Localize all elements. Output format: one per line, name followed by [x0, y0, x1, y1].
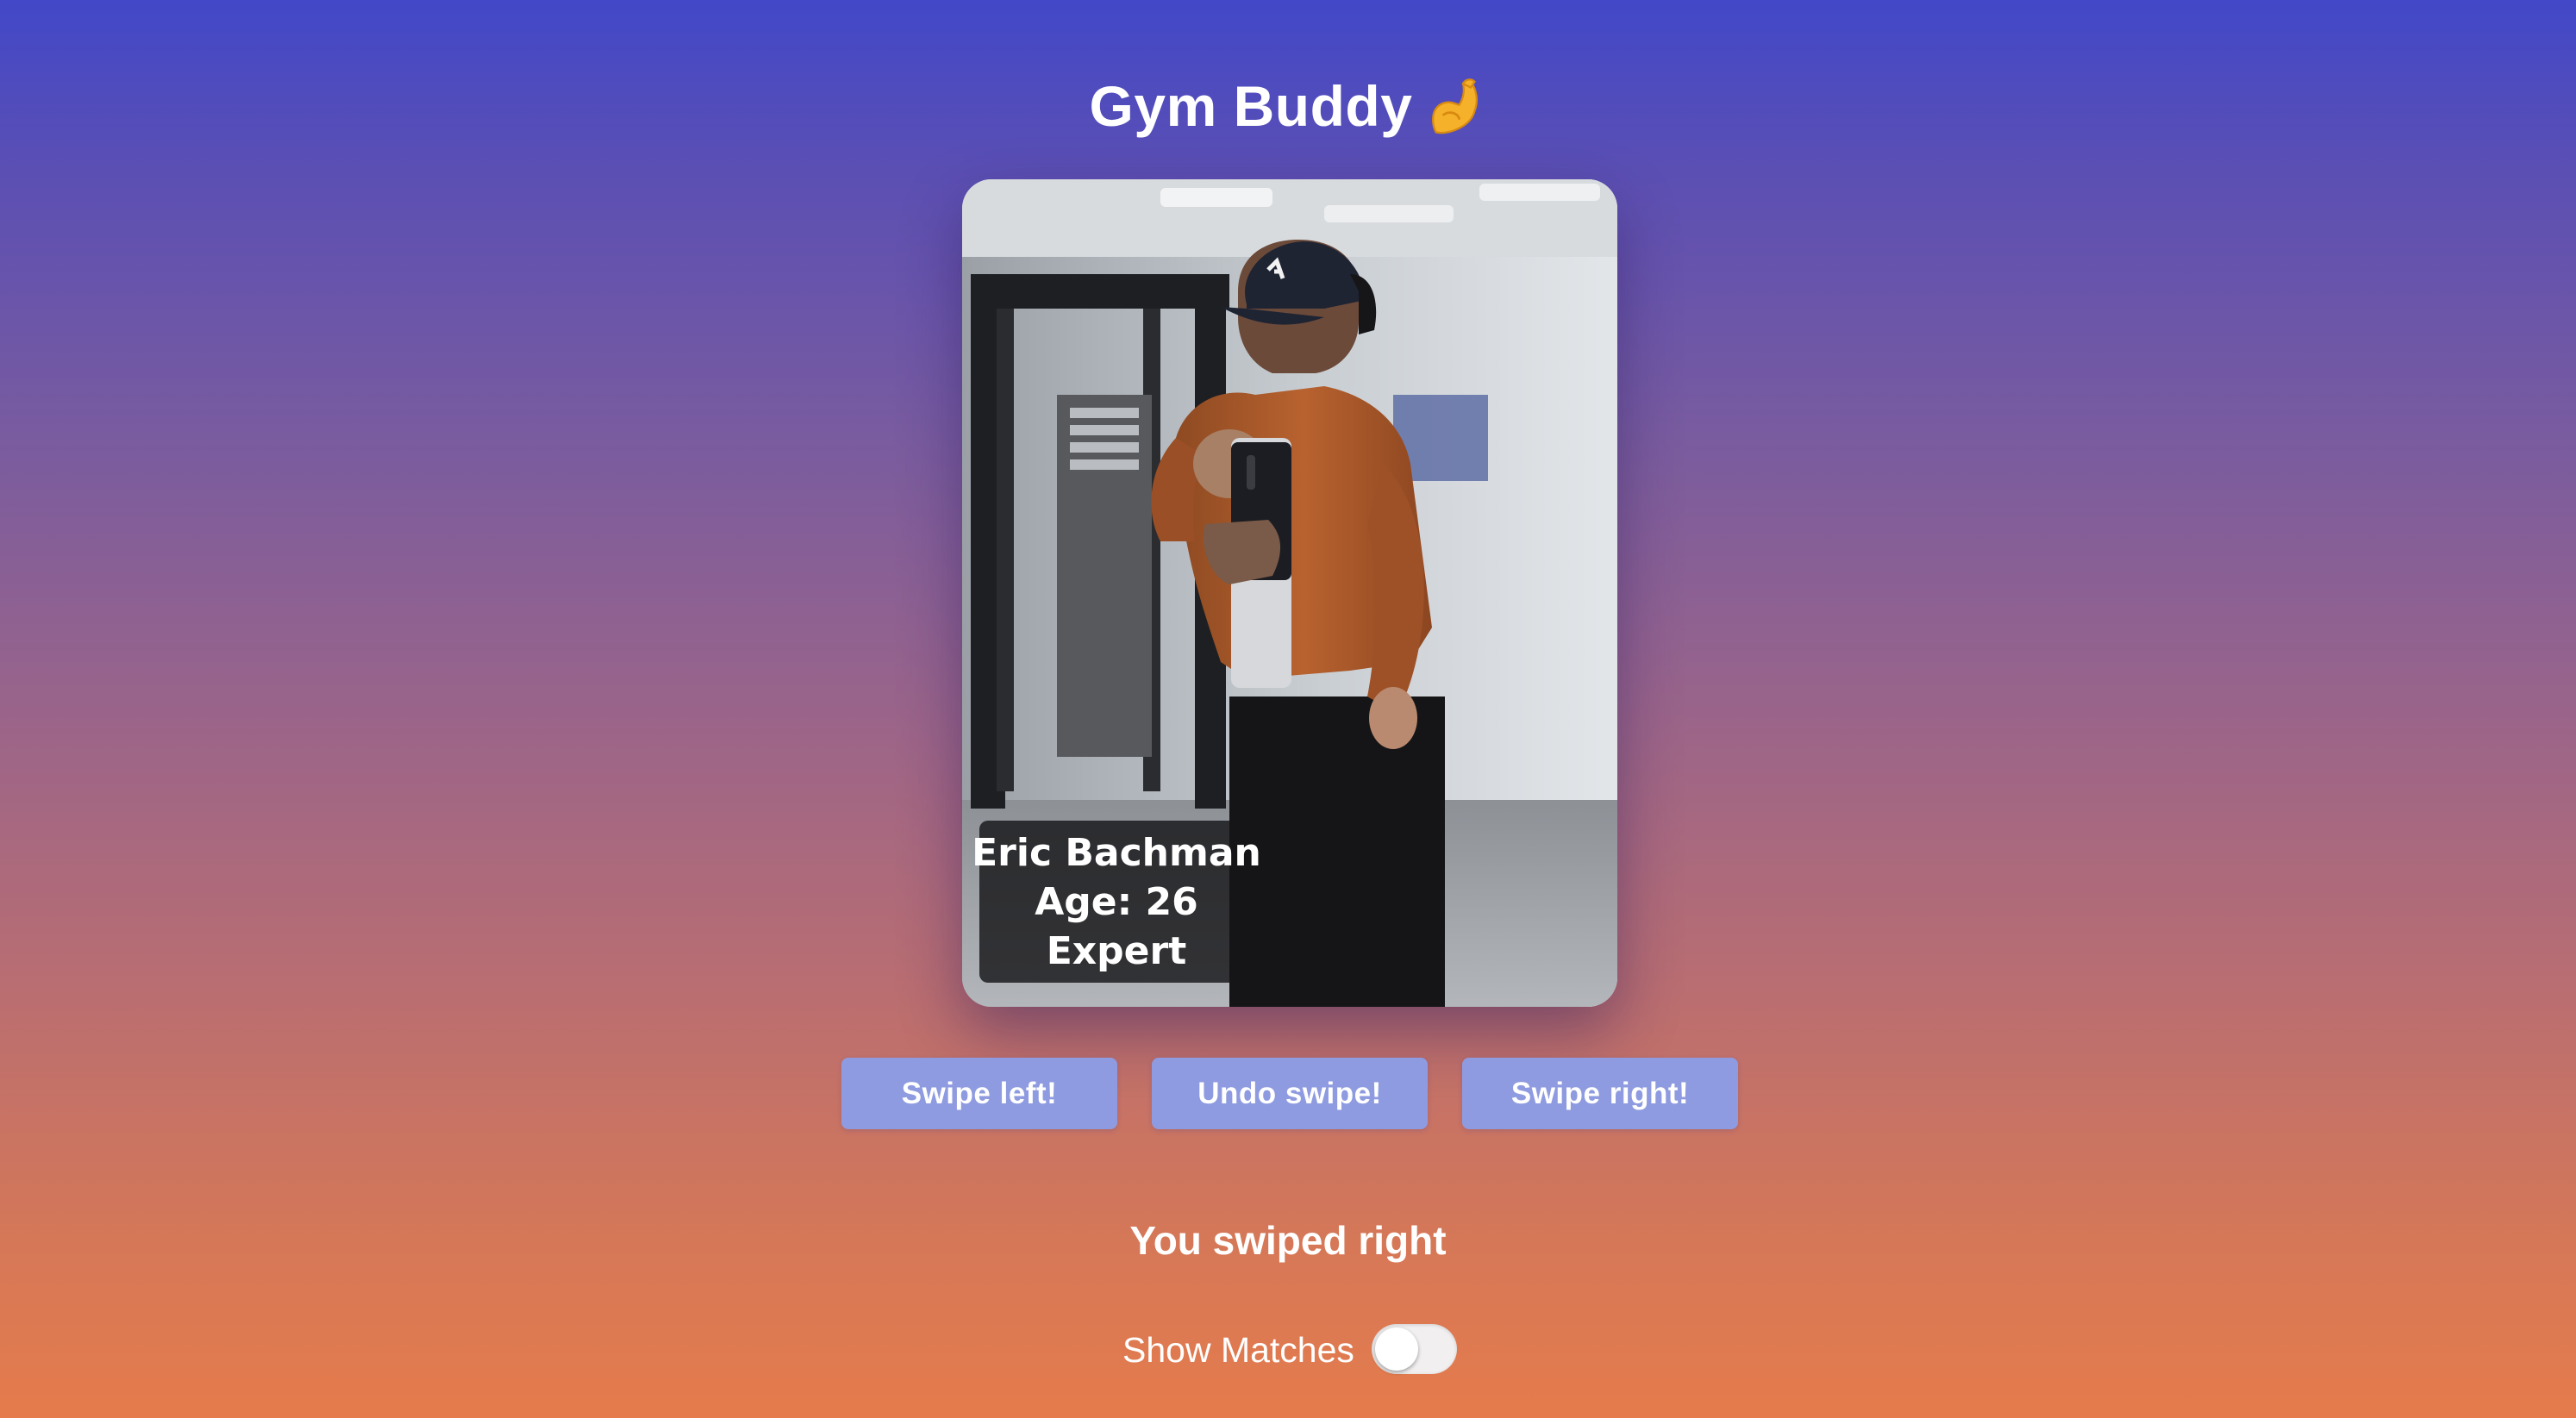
swipe-left-button[interactable]: Swipe left! — [841, 1058, 1117, 1129]
profile-level: Expert — [1046, 928, 1187, 973]
flexed-biceps-icon — [1432, 78, 1479, 134]
undo-swipe-button[interactable]: Undo swipe! — [1152, 1058, 1428, 1129]
profile-card[interactable]: Eric Bachman Age: 26 Expert — [962, 179, 1617, 1007]
swipe-actions: Swipe left! Undo swipe! Swipe right! — [841, 1058, 1738, 1129]
toggle-knob — [1375, 1327, 1418, 1371]
profile-name: Eric Bachman — [972, 830, 1261, 875]
profile-age: Age: 26 — [1035, 879, 1198, 924]
swipe-right-button[interactable]: Swipe right! — [1462, 1058, 1738, 1129]
app-title-text: Gym Buddy — [1089, 74, 1413, 138]
show-matches-label: Show Matches — [1122, 1330, 1354, 1370]
profile-info-overlay: Eric Bachman Age: 26 Expert — [972, 821, 1261, 983]
show-matches-toggle[interactable] — [1372, 1324, 1457, 1374]
show-matches-row: Show Matches — [1121, 1324, 1466, 1376]
page-title: Gym Buddy — [0, 67, 2576, 145]
swipe-status-message: You swiped right — [1129, 1218, 1447, 1263]
